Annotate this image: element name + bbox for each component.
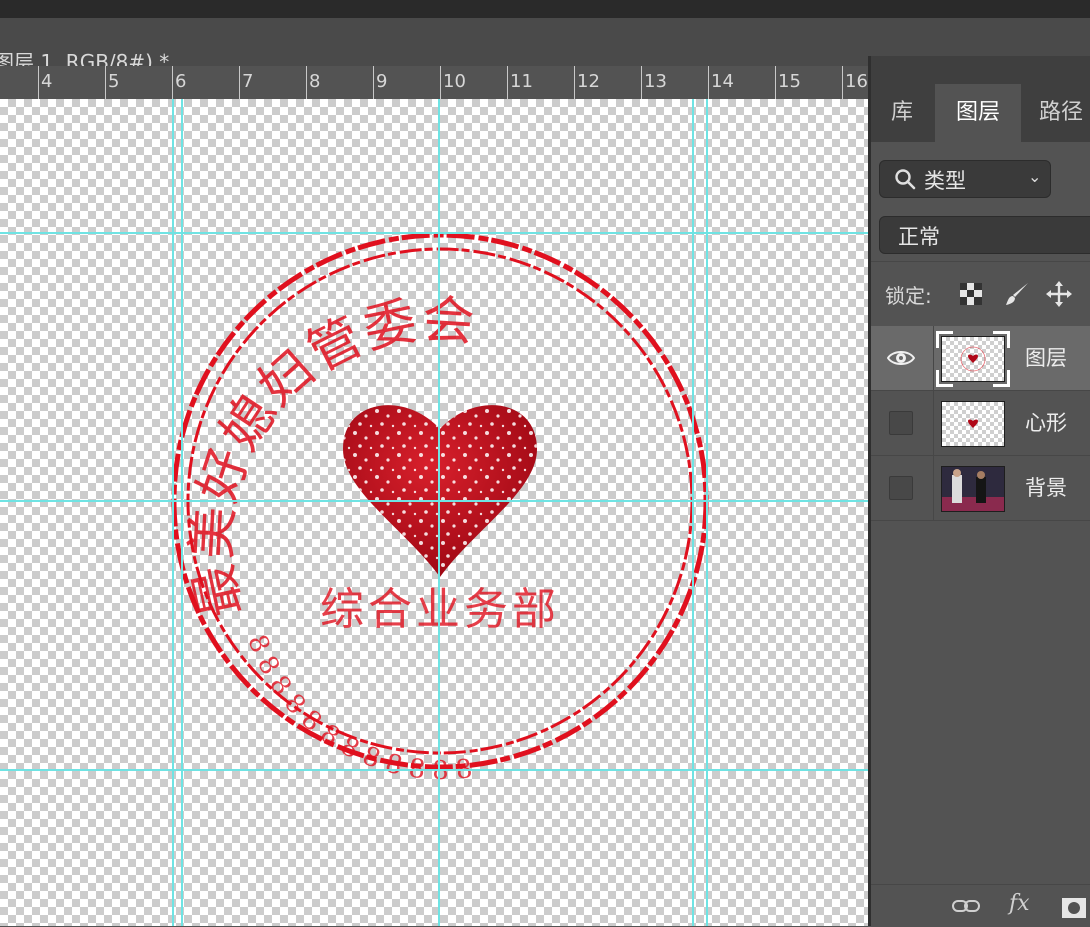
lock-position-icon[interactable] bbox=[1045, 280, 1073, 308]
visibility-toggle[interactable] bbox=[871, 326, 934, 390]
ruler-label: 8 bbox=[309, 71, 321, 92]
eye-icon bbox=[887, 351, 915, 365]
search-icon bbox=[895, 169, 916, 190]
fx-icon[interactable]: fx bbox=[1009, 891, 1030, 916]
ruler-label: 12 bbox=[577, 71, 600, 92]
blend-mode-select[interactable]: 正常 bbox=[879, 216, 1090, 254]
layer-filter-select[interactable]: 类型 ⌄ bbox=[879, 160, 1051, 198]
guide-horizontal[interactable] bbox=[0, 500, 868, 502]
horizontal-ruler[interactable]: 4 5 6 7 8 9 10 11 12 13 14 15 16 bbox=[0, 66, 868, 100]
mask-icon[interactable] bbox=[1061, 897, 1087, 919]
ruler-label: 4 bbox=[41, 71, 53, 92]
lock-label: 锁定: bbox=[885, 284, 932, 308]
lock-row: 锁定: bbox=[871, 261, 1090, 327]
ruler-tick bbox=[38, 66, 39, 99]
ruler-label: 10 bbox=[443, 71, 466, 92]
heart-thumbnail-image bbox=[968, 419, 978, 428]
ruler-tick bbox=[708, 66, 709, 99]
ruler-label: 9 bbox=[376, 71, 388, 92]
lock-transparent-pixels-icon[interactable] bbox=[959, 282, 983, 306]
tab-layers[interactable]: 图层 bbox=[935, 84, 1021, 142]
ruler-label: 14 bbox=[711, 71, 734, 92]
document-canvas[interactable]: 最美好媳妇管委会 综合业务部 888888888888 bbox=[0, 99, 868, 926]
selection-corner bbox=[936, 370, 953, 387]
selection-corner bbox=[993, 331, 1010, 348]
chevron-down-icon: ⌄ bbox=[1028, 167, 1042, 186]
link-icon[interactable] bbox=[951, 897, 981, 915]
ruler-tick bbox=[574, 66, 575, 99]
visibility-toggle[interactable] bbox=[871, 456, 934, 520]
selection-corner bbox=[936, 331, 953, 348]
app-top-bar bbox=[0, 0, 1090, 18]
guide-vertical[interactable] bbox=[692, 99, 694, 926]
layer-thumbnail bbox=[936, 331, 1010, 387]
lock-image-pixels-icon[interactable] bbox=[1003, 280, 1031, 308]
layer-name[interactable]: 心形 bbox=[1025, 407, 1067, 437]
ruler-tick bbox=[842, 66, 843, 99]
ruler-tick bbox=[306, 66, 307, 99]
ruler-label: 13 bbox=[644, 71, 667, 92]
visibility-toggle[interactable] bbox=[871, 391, 934, 455]
guide-vertical[interactable] bbox=[438, 99, 440, 926]
layer-thumbnail bbox=[941, 401, 1005, 447]
guide-vertical[interactable] bbox=[172, 99, 174, 926]
ruler-tick bbox=[373, 66, 374, 99]
panel-footer-toolbar: fx bbox=[871, 884, 1090, 927]
photo-thumbnail-image bbox=[942, 467, 1004, 511]
tab-library[interactable]: 库 bbox=[871, 84, 933, 142]
ruler-tick bbox=[105, 66, 106, 99]
blend-mode-label: 正常 bbox=[898, 225, 940, 249]
ruler-label: 7 bbox=[242, 71, 254, 92]
ruler-tick bbox=[239, 66, 240, 99]
ruler-label: 16 bbox=[845, 71, 868, 92]
ruler-tick bbox=[440, 66, 441, 99]
guide-horizontal[interactable] bbox=[0, 232, 868, 234]
guide-vertical[interactable] bbox=[706, 99, 708, 926]
guide-vertical[interactable] bbox=[181, 99, 183, 926]
visibility-empty-box bbox=[889, 411, 913, 435]
tab-paths[interactable]: 路径 bbox=[1039, 84, 1090, 142]
filter-label: 类型 bbox=[924, 169, 966, 193]
ruler-tick bbox=[641, 66, 642, 99]
ruler-label: 11 bbox=[510, 71, 533, 92]
panel-tab-bar: 库 图层 路径 bbox=[871, 56, 1090, 142]
guide-horizontal[interactable] bbox=[0, 769, 868, 771]
ruler-label: 5 bbox=[108, 71, 120, 92]
ruler-label: 15 bbox=[778, 71, 801, 92]
layer-name[interactable]: 图层 bbox=[1025, 342, 1067, 372]
layers-panel: 库 图层 路径 类型 ⌄ 正常 锁定: 图层 心形 背景 fx bbox=[868, 56, 1090, 927]
visibility-empty-box bbox=[889, 476, 913, 500]
ruler-tick bbox=[507, 66, 508, 99]
layer-row[interactable]: 背景 bbox=[871, 456, 1090, 521]
layer-name[interactable]: 背景 bbox=[1025, 472, 1067, 502]
seal-middle-text: 综合业务部 bbox=[320, 584, 560, 635]
seal-artwork: 最美好媳妇管委会 综合业务部 888888888888 bbox=[171, 232, 709, 786]
heart-speckle bbox=[343, 405, 537, 577]
ruler-label: 6 bbox=[175, 71, 187, 92]
layer-thumbnail bbox=[941, 466, 1005, 512]
selection-corner bbox=[993, 370, 1010, 387]
ruler-tick bbox=[172, 66, 173, 99]
layer-row[interactable]: 图层 bbox=[871, 326, 1090, 391]
layer-row[interactable]: 心形 bbox=[871, 391, 1090, 456]
ruler-tick bbox=[775, 66, 776, 99]
